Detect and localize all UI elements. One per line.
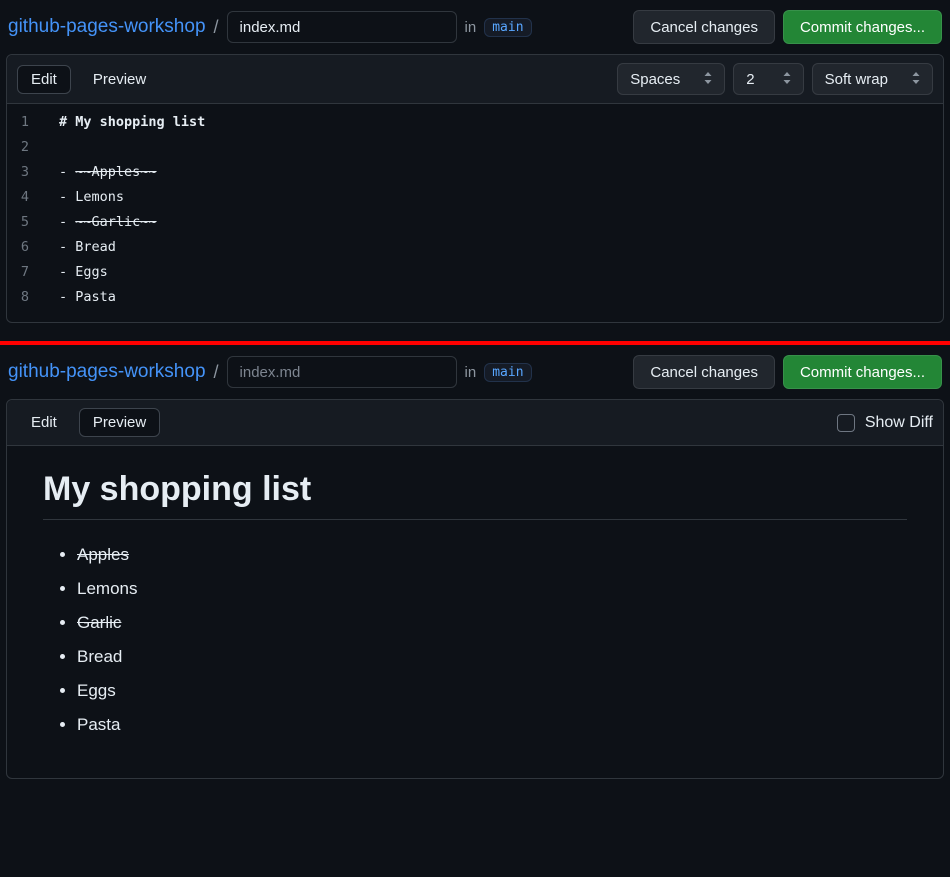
breadcrumb-bar: github-pages-workshop / in main Cancel c… bbox=[6, 345, 944, 399]
markdown-preview: My shopping list ApplesLemonsGarlicBread… bbox=[7, 446, 943, 778]
code-line[interactable]: 8- Pasta bbox=[7, 285, 943, 310]
preview-list: ApplesLemonsGarlicBreadEggsPasta bbox=[43, 538, 907, 742]
edit-pane: github-pages-workshop / in main Cancel c… bbox=[0, 0, 950, 333]
repo-link[interactable]: github-pages-workshop bbox=[6, 16, 206, 38]
tab-edit[interactable]: Edit bbox=[17, 408, 71, 437]
show-diff-toggle[interactable]: Show Diff bbox=[837, 414, 933, 432]
cancel-button[interactable]: Cancel changes bbox=[633, 10, 775, 44]
code-line[interactable]: 4- Lemons bbox=[7, 185, 943, 210]
indent-size-label: 2 bbox=[746, 71, 754, 88]
sort-icon bbox=[912, 71, 920, 88]
line-number: 7 bbox=[7, 260, 59, 285]
line-number: 3 bbox=[7, 160, 59, 185]
wrap-mode-select[interactable]: Soft wrap bbox=[812, 63, 933, 95]
path-separator: / bbox=[214, 17, 219, 38]
preview-panel: Edit Preview Show Diff My shopping list … bbox=[6, 399, 944, 779]
code-text: - Lemons bbox=[59, 185, 124, 210]
code-text: - Eggs bbox=[59, 260, 108, 285]
list-item: Bread bbox=[77, 640, 907, 674]
filename-input[interactable] bbox=[227, 11, 457, 43]
line-number: 4 bbox=[7, 185, 59, 210]
code-text: - ~~Apples~~ bbox=[59, 160, 157, 185]
list-item: Garlic bbox=[77, 606, 907, 640]
sort-icon bbox=[783, 71, 791, 88]
preview-heading: My shopping list bbox=[43, 470, 907, 520]
tab-preview[interactable]: Preview bbox=[79, 65, 160, 94]
editor-settings: Spaces 2 Soft wrap bbox=[617, 63, 933, 95]
code-editor[interactable]: 1# My shopping list23- ~~Apples~~4- Lemo… bbox=[7, 104, 943, 322]
preview-pane: github-pages-workshop / in main Cancel c… bbox=[0, 345, 950, 789]
indent-mode-label: Spaces bbox=[630, 71, 680, 88]
breadcrumb-bar: github-pages-workshop / in main Cancel c… bbox=[6, 0, 944, 54]
list-item: Apples bbox=[77, 538, 907, 572]
line-number: 6 bbox=[7, 235, 59, 260]
line-number: 1 bbox=[7, 110, 59, 135]
tab-edit[interactable]: Edit bbox=[17, 65, 71, 94]
cancel-button[interactable]: Cancel changes bbox=[633, 355, 775, 389]
preview-toolbar: Edit Preview Show Diff bbox=[7, 400, 943, 446]
wrap-mode-label: Soft wrap bbox=[825, 71, 888, 88]
branch-pill[interactable]: main bbox=[484, 363, 531, 382]
code-text: # My shopping list bbox=[59, 110, 205, 135]
code-text: - Bread bbox=[59, 235, 116, 260]
code-line[interactable]: 2 bbox=[7, 135, 943, 160]
in-label: in bbox=[465, 19, 477, 36]
tab-preview[interactable]: Preview bbox=[79, 408, 160, 437]
show-diff-checkbox[interactable] bbox=[837, 414, 855, 432]
code-line[interactable]: 3- ~~Apples~~ bbox=[7, 160, 943, 185]
line-number: 8 bbox=[7, 285, 59, 310]
commit-button[interactable]: Commit changes... bbox=[783, 355, 942, 389]
show-diff-label: Show Diff bbox=[865, 414, 933, 432]
indent-size-select[interactable]: 2 bbox=[733, 63, 803, 95]
code-text: - Pasta bbox=[59, 285, 116, 310]
repo-link[interactable]: github-pages-workshop bbox=[6, 361, 206, 383]
branch-pill[interactable]: main bbox=[484, 18, 531, 37]
code-line[interactable]: 6- Bread bbox=[7, 235, 943, 260]
editor-panel: Edit Preview Spaces 2 Soft wrap 1# My sh… bbox=[6, 54, 944, 323]
code-text: - ~~Garlic~~ bbox=[59, 210, 157, 235]
list-item: Eggs bbox=[77, 674, 907, 708]
editor-toolbar: Edit Preview Spaces 2 Soft wrap bbox=[7, 55, 943, 104]
in-label: in bbox=[465, 364, 477, 381]
line-number: 2 bbox=[7, 135, 59, 160]
code-line[interactable]: 1# My shopping list bbox=[7, 110, 943, 135]
line-number: 5 bbox=[7, 210, 59, 235]
indent-mode-select[interactable]: Spaces bbox=[617, 63, 725, 95]
code-line[interactable]: 5- ~~Garlic~~ bbox=[7, 210, 943, 235]
sort-icon bbox=[704, 71, 712, 88]
filename-input[interactable] bbox=[227, 356, 457, 388]
list-item: Lemons bbox=[77, 572, 907, 606]
path-separator: / bbox=[214, 362, 219, 383]
commit-button[interactable]: Commit changes... bbox=[783, 10, 942, 44]
list-item: Pasta bbox=[77, 708, 907, 742]
code-line[interactable]: 7- Eggs bbox=[7, 260, 943, 285]
